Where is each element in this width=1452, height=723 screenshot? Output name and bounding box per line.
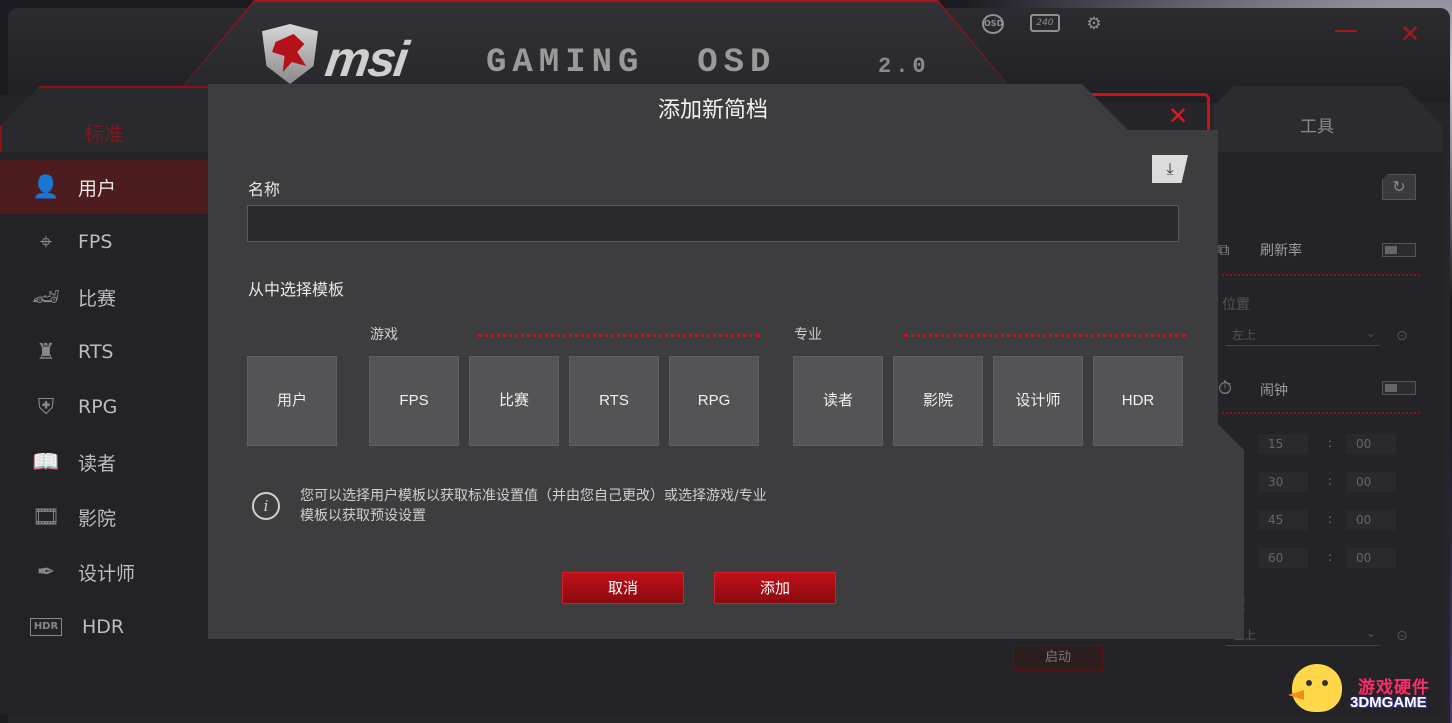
window-close-button[interactable]: ✕ (1397, 22, 1423, 48)
gear-icon[interactable]: ⚙ (1083, 14, 1105, 34)
sidebar-item-label: 比赛 (78, 287, 117, 310)
alarm-minute-select[interactable]: 60 (1258, 548, 1308, 568)
sidebar-item[interactable]: 👤 用户 (0, 160, 242, 214)
watermark-brand: 3DMGAME (1350, 694, 1427, 711)
cancel-button[interactable]: 取消 (562, 572, 684, 604)
hdr-icon: HDR (30, 618, 62, 636)
sidebar-item[interactable]: HDR HDR (0, 600, 242, 654)
reset-icon[interactable]: ↻ (1382, 174, 1416, 200)
alarm-second-select[interactable]: 00 (1346, 434, 1396, 454)
sidebar-item-label: 用户 (78, 177, 117, 200)
divider (1222, 274, 1420, 276)
template-race-button[interactable]: 比赛 (469, 356, 559, 446)
osd-badge-text: OSD (984, 19, 1004, 28)
msi-logo: msi (322, 31, 411, 87)
watermark-chick-eye (1322, 680, 1328, 686)
tab-tools-label: 工具 (1300, 117, 1334, 137)
crosshair-icon: ⌖ (39, 229, 53, 255)
osd-toggle-icon[interactable]: OSD (982, 14, 1004, 34)
template-rpg-button[interactable]: RPG (669, 356, 759, 446)
position-select[interactable]: 左上 ⌄ (1226, 326, 1380, 346)
sidebar-item-label: 读者 (78, 452, 117, 475)
info-text-line1: 您可以选择用户模板以获取标准设置值（并由您自己更改）或选择游戏/专业 (300, 488, 767, 504)
logo-version: 2.0 (878, 54, 930, 79)
watermark-chick-logo (1292, 664, 1342, 712)
chess-rook-icon: ♜ (36, 339, 56, 365)
time-separator: : (1328, 512, 1333, 526)
divider (1222, 412, 1420, 414)
sidebar-item[interactable]: ✒ 设计师 (0, 545, 242, 599)
sidebar-item[interactable]: 🎞 影院 (0, 490, 242, 544)
position-label: 位置 (1222, 297, 1250, 313)
sidebar-item-label: 影院 (78, 507, 117, 530)
refresh-rate-icon[interactable]: 240 (1030, 14, 1060, 32)
sidebar-item-label: FPS (78, 231, 113, 253)
pro-group-label: 专业 (794, 327, 822, 343)
info-icon: i (252, 492, 280, 520)
template-user-button[interactable]: 用户 (247, 356, 337, 446)
start-button[interactable]: 启动 (1013, 645, 1103, 671)
template-reader-button[interactable]: 读者 (793, 356, 883, 446)
alarm-minute-select[interactable]: 45 (1258, 510, 1308, 530)
settings-small-icon[interactable]: ⊙ (1396, 628, 1408, 644)
sidebar-item[interactable]: 📖 读者 (0, 435, 242, 489)
alarm-toggle[interactable] (1382, 381, 1416, 395)
template-cinema-button[interactable]: 影院 (893, 356, 983, 446)
sidebar-item[interactable]: 🏎 比赛 (0, 270, 242, 324)
sidebar-item-label: RPG (78, 396, 118, 418)
helmet-icon: ⛨ (37, 394, 55, 420)
pro-group-divider (904, 334, 1186, 337)
film-icon: 🎞 (32, 504, 60, 530)
sidebar-item-label: 设计师 (78, 562, 136, 585)
sidebar-item-label: HDR (82, 616, 125, 638)
alarm-second-select[interactable]: 00 (1346, 472, 1396, 492)
dialog-title: 添加新简档 (657, 98, 768, 123)
chevron-down-icon: ⌄ (1365, 626, 1376, 640)
alarm-minute-select[interactable]: 15 (1258, 434, 1308, 454)
sidebar-item[interactable]: ♜ RTS (0, 325, 242, 379)
sidebar-item[interactable]: ⌖ FPS (0, 215, 242, 269)
refresh-rate-badge-text: 240 (1036, 18, 1054, 28)
alarm-minute-select[interactable]: 30 (1258, 472, 1308, 492)
minimize-button[interactable] (1335, 30, 1357, 32)
sidebar-item-label: RTS (78, 341, 114, 363)
time-separator: : (1328, 550, 1333, 564)
template-label: 从中选择模板 (248, 280, 345, 299)
chevron-down-icon: ⌄ (1365, 326, 1376, 340)
template-rts-button[interactable]: RTS (569, 356, 659, 446)
time-separator: : (1328, 474, 1333, 488)
race-car-icon: 🏎 (32, 284, 60, 310)
watermark-chick-eye (1306, 680, 1312, 686)
time-separator: : (1328, 436, 1333, 450)
settings-small-icon[interactable]: ⊙ (1396, 328, 1408, 344)
refresh-rate-toggle[interactable] (1382, 243, 1416, 257)
sidebar-tab-label: 标准 (84, 122, 124, 146)
user-icon: 👤 (32, 174, 60, 200)
template-hdr-button[interactable]: HDR (1093, 356, 1183, 446)
add-button[interactable]: 添加 (714, 572, 836, 604)
game-group-label: 游戏 (370, 327, 398, 343)
template-fps-button[interactable]: FPS (369, 356, 459, 446)
sidebar-item[interactable]: ⛨ RPG (0, 380, 242, 434)
alarm-label: 闹钟 (1260, 383, 1288, 399)
pen-icon: ✒ (36, 559, 56, 585)
alarm-second-select[interactable]: 00 (1346, 548, 1396, 568)
gaming-osd-logo: GAMING OSD (486, 44, 777, 82)
name-label: 名称 (248, 180, 281, 199)
position-select-value: 左上 (1232, 328, 1257, 342)
refresh-rate-label: 刷新率 (1260, 243, 1302, 259)
monitor-icon: ⧉ (1218, 240, 1230, 259)
alarm-second-select[interactable]: 00 (1346, 510, 1396, 530)
game-group-divider (478, 334, 760, 337)
position2-select[interactable]: 左上 ⌄ (1226, 626, 1380, 646)
alarm-clock-icon: ⏱ (1218, 378, 1233, 399)
name-input[interactable] (247, 205, 1179, 242)
template-designer-button[interactable]: 设计师 (993, 356, 1083, 446)
info-text: 您可以选择用户模板以获取标准设置值（并由您自己更改）或选择游戏/专业 模板以获取… (300, 486, 860, 526)
info-text-line2: 模板以获取预设设置 (300, 508, 426, 524)
book-icon: 📖 (32, 449, 60, 475)
